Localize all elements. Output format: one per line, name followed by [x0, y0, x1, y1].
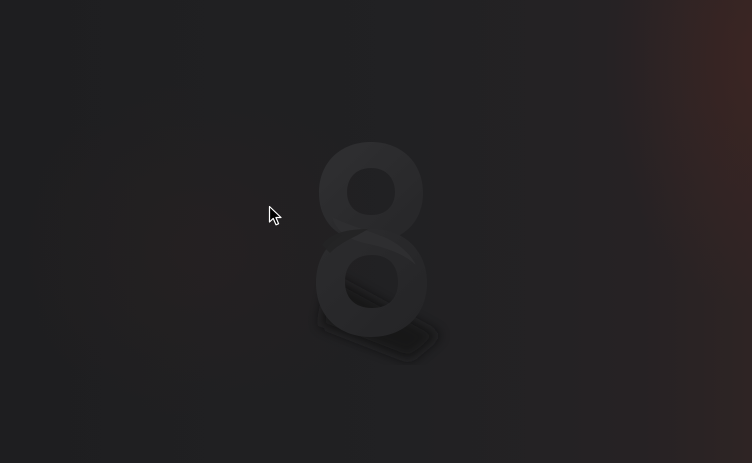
- figure-eight-logo-icon: [290, 125, 450, 365]
- mouse-pointer-icon: [268, 205, 284, 227]
- loading-screen: [0, 0, 752, 463]
